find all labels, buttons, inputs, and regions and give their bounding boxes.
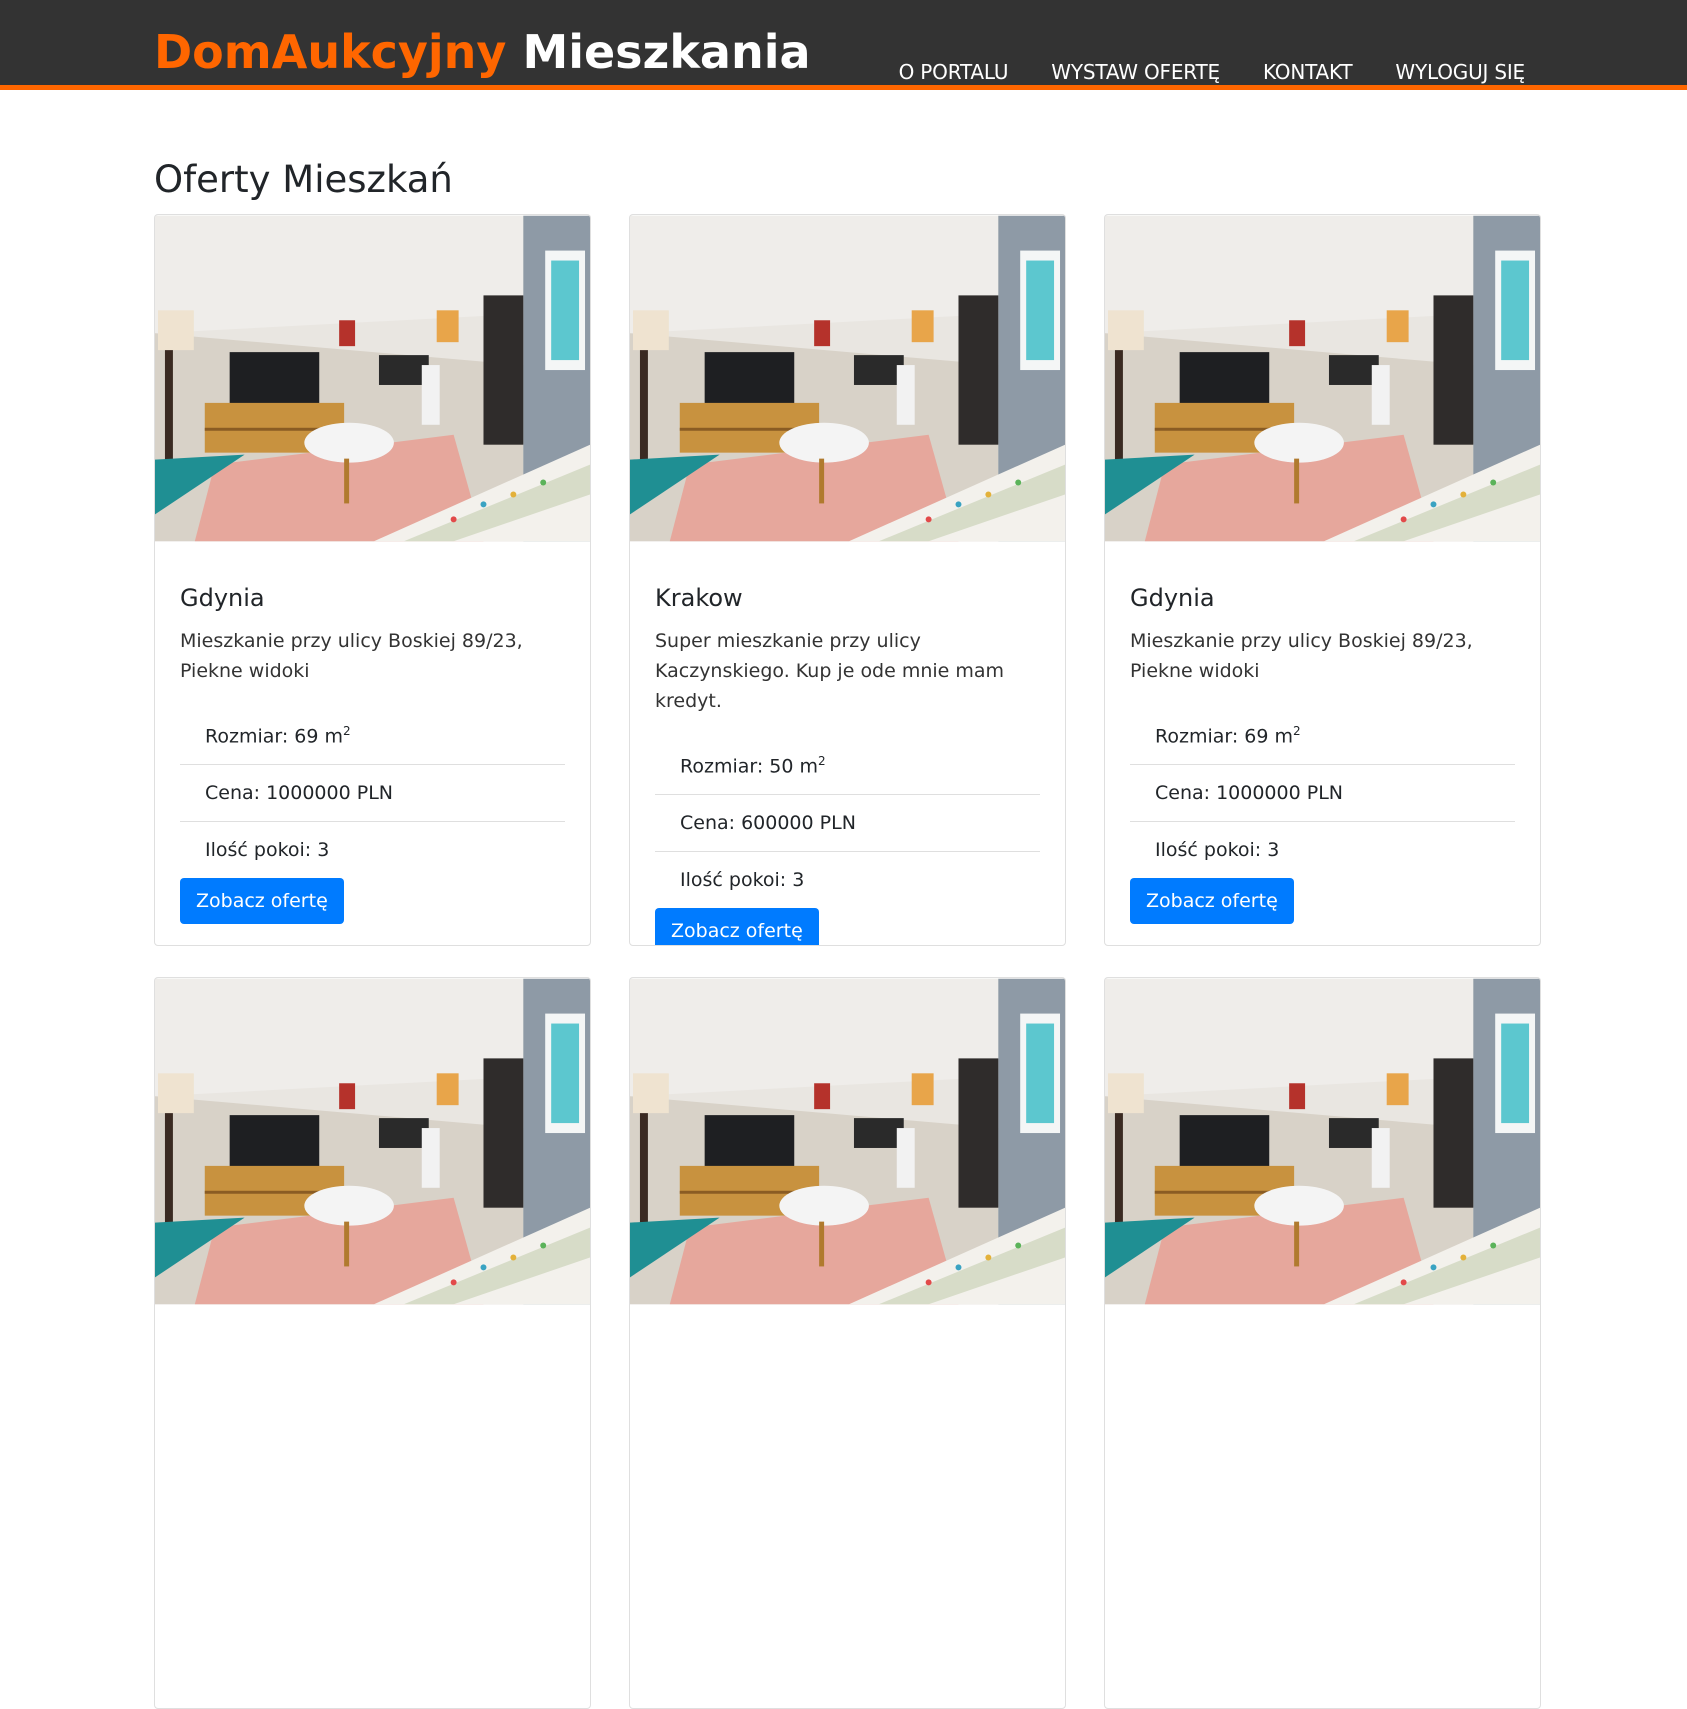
offer-city: Gdynia <box>180 584 265 612</box>
offer-card <box>154 977 591 1709</box>
card-body: Gdynia Mieszkanie przy ulicy Boskiej 89/… <box>1105 542 1540 925</box>
offer-card: Gdynia Mieszkanie przy ulicy Boskiej 89/… <box>1104 214 1541 946</box>
offer-description: Super mieszkanie przy ulicy Kaczynskiego… <box>655 630 1005 712</box>
nav-link-add-offer[interactable]: WYSTAW OFERTĘ <box>1051 60 1220 84</box>
card-body: Gdynia Mieszkanie przy ulicy Boskiej 89/… <box>155 542 590 925</box>
offers-grid: Gdynia Mieszkanie przy ulicy Boskiej 89/… <box>154 214 1541 1709</box>
nav-link-contact[interactable]: KONTAKT <box>1263 60 1353 84</box>
offer-card: Gdynia Mieszkanie przy ulicy Boskiej 89/… <box>154 214 591 946</box>
offer-rooms: Ilość pokoi: 3 <box>205 839 330 862</box>
brand-logo[interactable]: DomAukcyjny Mieszkania <box>154 22 811 82</box>
offer-details: Rozmiar: 69 m2 Cena: 1000000 PLN Ilość p… <box>180 703 565 864</box>
offer-description: Mieszkanie przy ulicy Boskiej 89/23, Pie… <box>1130 630 1473 682</box>
apartment-photo <box>630 978 1065 1305</box>
apartment-photo <box>155 978 590 1305</box>
main-nav: O PORTALU WYSTAW OFERTĘ KONTAKT WYLOGUJ … <box>856 60 1526 84</box>
offer-card <box>1104 977 1541 1709</box>
offer-size: Rozmiar: 69 m2 <box>180 703 565 766</box>
offer-size: Rozmiar: 50 m2 <box>655 733 1040 796</box>
card-body: Krakow Super mieszkanie przy ulicy Kaczy… <box>630 542 1065 945</box>
offer-rooms: Ilość pokoi: 3 <box>1155 839 1280 862</box>
view-offer-button[interactable]: Zobacz ofertę <box>180 878 344 925</box>
apartment-photo <box>1105 215 1540 542</box>
top-navbar: DomAukcyjny Mieszkania O PORTALU WYSTAW … <box>0 0 1687 90</box>
offer-card <box>629 977 1066 1709</box>
nav-link-about[interactable]: O PORTALU <box>899 60 1009 84</box>
offer-card: Krakow Super mieszkanie przy ulicy Kaczy… <box>629 214 1066 946</box>
apartment-photo <box>1105 978 1540 1305</box>
offer-details: Rozmiar: 69 m2 Cena: 1000000 PLN Ilość p… <box>1130 703 1515 864</box>
offer-size: Rozmiar: 69 m2 <box>1130 703 1515 766</box>
offer-city: Krakow <box>655 584 743 612</box>
offer-price: Cena: 1000000 PLN <box>180 765 565 823</box>
offer-details: Rozmiar: 50 m2 Cena: 600000 PLN Ilość po… <box>655 733 1040 894</box>
nav-link-logout[interactable]: WYLOGUJ SIĘ <box>1395 60 1525 84</box>
offer-price: Cena: 1000000 PLN <box>1130 765 1515 823</box>
brand-name-part2: Mieszkania <box>522 25 811 79</box>
offer-rooms: Ilość pokoi: 3 <box>680 869 805 892</box>
offer-city: Gdynia <box>1130 584 1215 612</box>
brand-name-part1: DomAukcyjny <box>154 25 507 79</box>
apartment-photo <box>155 215 590 542</box>
apartment-photo <box>630 215 1065 542</box>
view-offer-button[interactable]: Zobacz ofertę <box>655 908 819 945</box>
offer-price: Cena: 600000 PLN <box>655 795 1040 853</box>
view-offer-button[interactable]: Zobacz ofertę <box>1130 878 1294 925</box>
offer-description: Mieszkanie przy ulicy Boskiej 89/23, Pie… <box>180 630 523 682</box>
page-title: Oferty Mieszkań <box>154 158 453 201</box>
